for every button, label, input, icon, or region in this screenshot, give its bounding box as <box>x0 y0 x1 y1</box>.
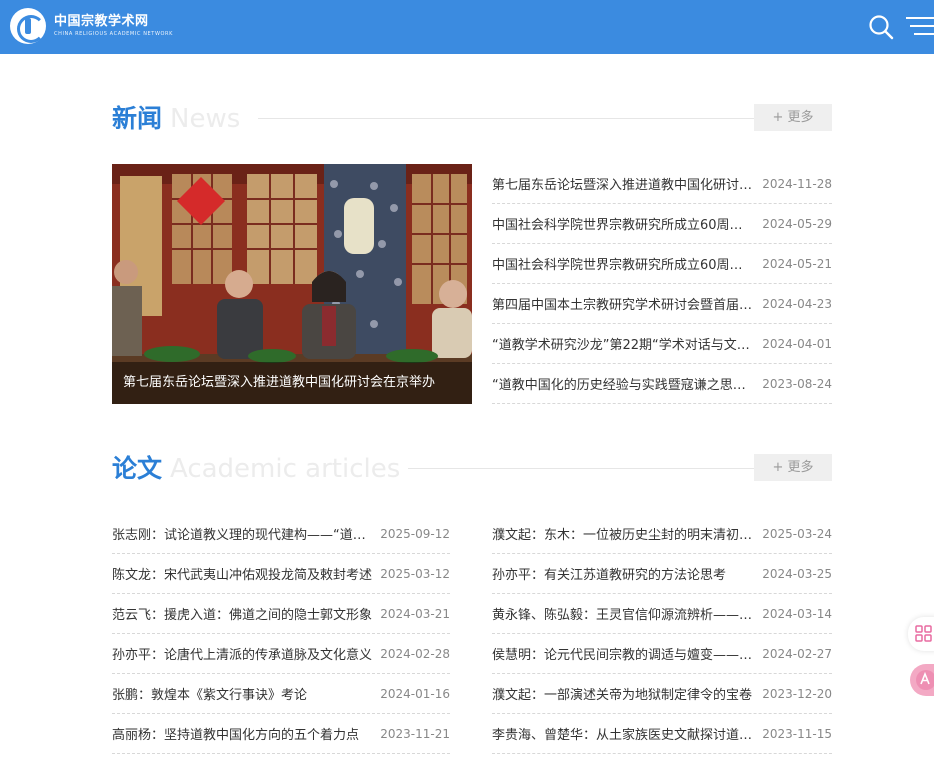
news-item[interactable]: “道教中国化的历史经验与实践暨寇谦之思想研讨会” 2023-08-24 <box>492 364 832 404</box>
site-name-cn: 中国宗教学术网 <box>54 14 149 29</box>
paper-item-title[interactable]: 张鹏：敦煌本《紫文行事诀》考论 <box>112 684 380 703</box>
news-item-date: 2024-04-23 <box>762 296 832 311</box>
paper-item-date: 2024-01-16 <box>380 686 450 701</box>
translate-icon <box>916 670 934 690</box>
papers-list-left: 张志刚：试论道教义理的现代建构——“道法自然” 2025-09-12 陈文龙：宋代… <box>112 514 450 754</box>
top-header: 中国宗教学术网 CHINA RELIGIOUS ACADEMIC NETWORK <box>0 0 934 54</box>
news-item[interactable]: 第四届中国本土宗教研究学术研讨会暨首届青年论坛 2024-04-23 <box>492 284 832 324</box>
news-title-en: News <box>170 104 241 134</box>
paper-item-date: 2024-02-27 <box>762 646 832 661</box>
news-title-cn: 新闻 <box>112 104 163 133</box>
side-tool-translate[interactable] <box>910 664 934 696</box>
papers-title-en: Academic articles <box>170 454 401 484</box>
papers-divider <box>408 468 754 469</box>
paper-item[interactable]: 侯慧明：论元代民间宗教的调适与嬗变——以白莲教为例2024-02-27 <box>492 634 832 674</box>
paper-item[interactable]: 范云飞：援虎入道：佛道之间的隐士郭文形象 2024-03-21 <box>112 594 450 634</box>
paper-item-title[interactable]: 黄永锋、陈弘毅：王灵官信仰源流辨析——以文献为中心 <box>492 604 762 623</box>
paper-item[interactable]: 濮文起：东木：一位被历史尘封的明末清初人物 2025-03-24 <box>492 514 832 554</box>
paper-item-title[interactable]: 濮文起：一部演述关帝为地狱制定律令的宝卷 <box>492 684 762 703</box>
search-button[interactable] <box>868 14 894 40</box>
paper-item-date: 2024-02-28 <box>380 646 450 661</box>
paper-item-title[interactable]: 高丽杨：坚持道教中国化方向的五个着力点 <box>112 724 380 743</box>
paper-item-title[interactable]: 侯慧明：论元代民间宗教的调适与嬗变——以白莲教为例 <box>492 644 762 663</box>
paper-item-date: 2023-11-21 <box>380 726 450 741</box>
paper-item[interactable]: 黄永锋、陈弘毅：王灵官信仰源流辨析——以文献为中心2024-03-14 <box>492 594 832 634</box>
apps-icon <box>915 625 932 642</box>
paper-item-date: 2025-03-24 <box>762 526 832 541</box>
papers-more-button[interactable]: + 更多 <box>754 454 832 481</box>
paper-item-date: 2025-03-12 <box>380 566 450 581</box>
paper-item[interactable]: 张志刚：试论道教义理的现代建构——“道法自然” 2025-09-12 <box>112 514 450 554</box>
news-item-title[interactable]: 中国社会科学院世界宗教研究所成立60周年学术研讨会 <box>492 254 762 273</box>
paper-item-title[interactable]: 范云飞：援虎入道：佛道之间的隐士郭文形象 <box>112 604 380 623</box>
news-feature-card[interactable]: 第七届东岳论坛暨深入推进道教中国化研讨会在京举办 <box>112 164 472 404</box>
news-item-date: 2024-04-01 <box>762 336 832 351</box>
paper-item[interactable]: 孙亦平：有关江苏道教研究的方法论思考 2024-03-25 <box>492 554 832 594</box>
news-item-title[interactable]: 第四届中国本土宗教研究学术研讨会暨首届青年论坛 <box>492 294 762 313</box>
paper-item-date: 2025-09-12 <box>380 526 450 541</box>
paper-item-date: 2024-03-25 <box>762 566 832 581</box>
news-list: 第七届东岳论坛暨深入推进道教中国化研讨会在京举办2024-11-28 中国社会科… <box>492 164 832 404</box>
paper-item-date: 2024-03-14 <box>762 606 832 621</box>
paper-item-title[interactable]: 孙亦平：有关江苏道教研究的方法论思考 <box>492 564 762 583</box>
paper-item-date: 2023-11-15 <box>762 726 832 741</box>
site-logo[interactable]: 中国宗教学术网 CHINA RELIGIOUS ACADEMIC NETWORK <box>10 8 173 44</box>
paper-item[interactable]: 陈文龙：宋代武夷山冲佑观投龙简及敕封考述 2025-03-12 <box>112 554 450 594</box>
paper-item-date: 2024-03-21 <box>380 606 450 621</box>
feature-caption[interactable]: 第七届东岳论坛暨深入推进道教中国化研讨会在京举办 <box>112 362 472 404</box>
paper-item-title[interactable]: 李贵海、曾楚华：从土家族医史文献探讨道教医学 <box>492 724 762 743</box>
paper-item[interactable]: 高丽杨：坚持道教中国化方向的五个着力点 2023-11-21 <box>112 714 450 754</box>
news-item-title[interactable]: “道教学术研究沙龙”第22期“学术对话与文献研究” <box>492 334 762 353</box>
paper-item-date: 2023-12-20 <box>762 686 832 701</box>
news-item-title[interactable]: 中国社会科学院世界宗教研究所成立60周年纪念大会 <box>492 214 762 233</box>
news-item[interactable]: 第七届东岳论坛暨深入推进道教中国化研讨会在京举办2024-11-28 <box>492 164 832 204</box>
hamburger-menu-icon <box>906 17 934 35</box>
menu-button[interactable] <box>904 15 934 39</box>
papers-section-header: 论文 Academic articles + 更多 <box>112 452 832 488</box>
site-name-en: CHINA RELIGIOUS ACADEMIC NETWORK <box>54 31 173 37</box>
news-item-date: 2024-11-28 <box>762 176 832 191</box>
paper-item-title[interactable]: 孙亦平：论唐代上清派的传承道脉及文化意义 <box>112 644 380 663</box>
search-icon <box>869 15 894 40</box>
news-item[interactable]: 中国社会科学院世界宗教研究所成立60周年纪念大会2024-05-29 <box>492 204 832 244</box>
paper-item[interactable]: 濮文起：一部演述关帝为地狱制定律令的宝卷 2023-12-20 <box>492 674 832 714</box>
news-item[interactable]: 中国社会科学院世界宗教研究所成立60周年学术研讨会2024-05-21 <box>492 244 832 284</box>
logo-emblem-icon <box>10 8 46 44</box>
news-item-title[interactable]: “道教中国化的历史经验与实践暨寇谦之思想研讨会” <box>492 374 762 393</box>
paper-item[interactable]: 李贵海、曾楚华：从土家族医史文献探讨道教医学 2023-11-15 <box>492 714 832 754</box>
news-item-date: 2024-05-29 <box>762 216 832 231</box>
news-item[interactable]: “道教学术研究沙龙”第22期“学术对话与文献研究” 2024-04-01 <box>492 324 832 364</box>
news-item-date: 2024-05-21 <box>762 256 832 271</box>
papers-list-right: 濮文起：东木：一位被历史尘封的明末清初人物 2025-03-24 孙亦平：有关江苏… <box>492 514 832 754</box>
paper-item[interactable]: 张鹏：敦煌本《紫文行事诀》考论 2024-01-16 <box>112 674 450 714</box>
news-more-button[interactable]: + 更多 <box>754 104 832 131</box>
paper-item[interactable]: 孙亦平：论唐代上清派的传承道脉及文化意义 2024-02-28 <box>112 634 450 674</box>
paper-item-title[interactable]: 陈文龙：宋代武夷山冲佑观投龙简及敕封考述 <box>112 564 380 583</box>
news-item-title[interactable]: 第七届东岳论坛暨深入推进道教中国化研讨会在京举办 <box>492 174 762 193</box>
news-section-header: 新闻 News + 更多 <box>112 102 832 138</box>
paper-item-title[interactable]: 濮文起：东木：一位被历史尘封的明末清初人物 <box>492 524 762 543</box>
paper-item-title[interactable]: 张志刚：试论道教义理的现代建构——“道法自然” <box>112 524 380 543</box>
news-divider <box>258 118 754 119</box>
side-tool-apps[interactable] <box>908 617 934 651</box>
news-item-date: 2023-08-24 <box>762 376 832 391</box>
papers-title-cn: 论文 <box>112 454 163 483</box>
